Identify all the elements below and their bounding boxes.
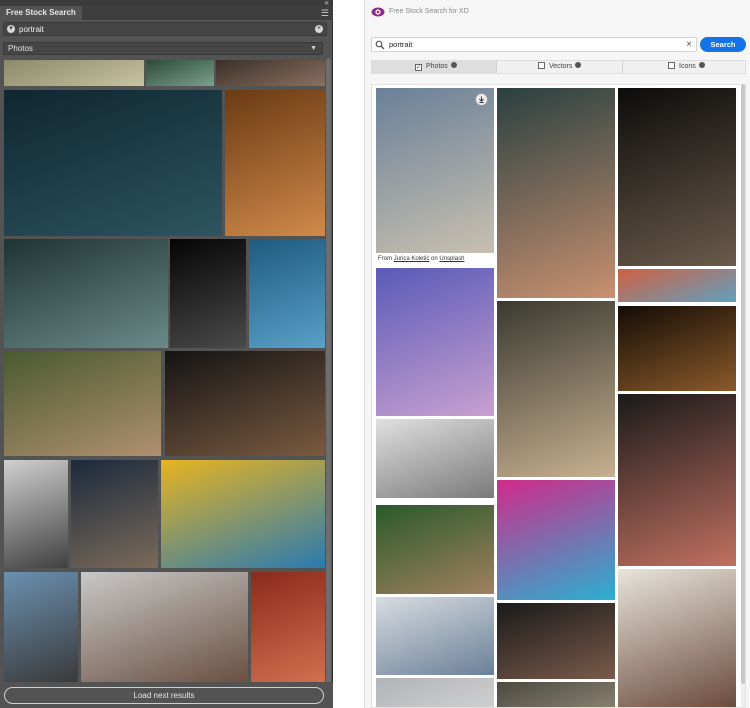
clear-circle-icon[interactable]: × (315, 25, 323, 33)
tab-icons[interactable]: Icons (623, 61, 745, 73)
xd-results-grid (376, 88, 742, 707)
xd-image-partial-bottom-2[interactable] (497, 682, 615, 707)
xd-scrollbar[interactable] (741, 84, 745, 708)
xd-header: Free Stock Search for XD (365, 0, 750, 26)
ps-load-bar: Load next results (0, 682, 333, 708)
ps-image-hooded-woman-blue-wall[interactable] (249, 239, 325, 348)
photos-checkbox[interactable]: ✓ (415, 64, 422, 71)
ps-image-woman-glasses-red[interactable] (251, 572, 325, 682)
ps-image-smiling-redhead[interactable] (225, 90, 325, 236)
ps-image-woman-in-field[interactable] (4, 351, 161, 456)
download-icon[interactable] (475, 93, 488, 106)
ps-search-input[interactable] (19, 23, 299, 35)
hamburger-menu-icon[interactable]: ☰ (321, 6, 329, 20)
xd-image-face-collage[interactable] (618, 269, 736, 302)
xd-search-field[interactable]: × (371, 37, 697, 52)
tab-vectors[interactable]: Vectors (497, 61, 622, 73)
tab-photos[interactable]: ✓ Photos (372, 61, 496, 73)
info-icon[interactable] (698, 62, 705, 68)
ps-image-woman-dark-profile[interactable] (170, 239, 246, 348)
xd-image-lion[interactable] (618, 306, 736, 391)
xd-image-man-grey-sweater[interactable] (376, 88, 494, 253)
ps-image-man-cap-beach[interactable] (4, 572, 78, 682)
ps-image-kingfisher-bird[interactable] (161, 460, 325, 568)
photoshop-panel: « Free Stock Search ☰ ▾ × Photos ▼ Load … (0, 0, 333, 708)
info-icon[interactable] (450, 62, 457, 68)
xd-results-area (371, 84, 746, 708)
ps-scrollbar[interactable] (326, 58, 331, 708)
chevron-down-icon: ▼ (310, 45, 317, 52)
panel-gap (334, 0, 364, 708)
load-next-results-button[interactable]: Load next results (4, 687, 324, 704)
xd-filter-tabs: ✓ Photos Vectors Icons (371, 60, 746, 74)
ps-image-partial-top-1[interactable] (4, 60, 144, 86)
xd-scrollbar-thumb[interactable] (741, 84, 745, 684)
eye-logo-icon (371, 7, 385, 17)
credit-source-link[interactable]: Unsplash (439, 256, 464, 262)
ps-image-woman-glitter-face[interactable] (165, 351, 325, 456)
ps-image-partial-top-3[interactable] (216, 60, 325, 86)
magnifier-icon (375, 40, 385, 50)
tab-vectors-label: Vectors (549, 63, 573, 70)
credit-connector: on (431, 256, 438, 262)
xd-image-curly-woman-laughing[interactable] (618, 569, 736, 707)
ps-image-bearded-man-sea[interactable] (81, 572, 248, 682)
xd-search-input[interactable] (389, 38, 669, 51)
xd-image-woman-in-foliage[interactable] (376, 505, 494, 594)
ps-scrollbar-thumb[interactable] (326, 58, 331, 688)
xd-app-title: Free Stock Search for XD (389, 8, 469, 15)
ps-image-bald-man-profile[interactable] (4, 239, 168, 348)
ps-search-field[interactable]: ▾ × (3, 22, 327, 36)
ps-image-curly-haired-child[interactable] (4, 90, 222, 236)
xd-image-partial-bottom-1[interactable] (376, 678, 494, 707)
ps-results-grid (4, 60, 325, 682)
xd-image-man-dark-background[interactable] (618, 88, 736, 266)
credit-author-link[interactable]: Jurica Koletić (394, 256, 430, 262)
ps-type-select-value: Photos (8, 44, 33, 53)
search-button[interactable]: Search (700, 37, 746, 52)
ps-image-smiling-man-bw[interactable] (4, 460, 68, 568)
xd-image-woman-blue-light[interactable] (376, 268, 494, 416)
search-circle-icon[interactable]: ▾ (7, 25, 15, 33)
ps-type-select[interactable]: Photos ▼ (3, 42, 323, 55)
xd-image-man-white-shirt[interactable] (376, 419, 494, 498)
xd-panel: Free Stock Search for XD × Search ✓ Photo… (364, 0, 750, 708)
xd-image-woman-flower-crown[interactable] (618, 394, 736, 566)
ps-image-old-bearded-man[interactable] (71, 460, 158, 568)
tab-icons-label: Icons (679, 63, 696, 70)
clear-icon[interactable]: × (686, 38, 692, 51)
xd-image-older-man-smiling[interactable] (376, 597, 494, 675)
xd-image-woman-bokeh-lights[interactable] (497, 88, 615, 298)
vectors-checkbox[interactable] (538, 62, 545, 69)
xd-image-face-paint-colors[interactable] (497, 480, 615, 600)
credit-prefix: From (378, 256, 392, 262)
screen-root: « Free Stock Search ☰ ▾ × Photos ▼ Load … (0, 0, 750, 708)
info-icon[interactable] (575, 62, 582, 68)
panel-tab-title[interactable]: Free Stock Search (0, 6, 82, 20)
icons-checkbox[interactable] (668, 62, 675, 69)
xd-image-woman-striped-shirt[interactable] (497, 301, 615, 477)
ps-image-partial-top-2[interactable] (146, 60, 214, 86)
tab-photos-label: Photos (426, 63, 448, 70)
photo-credit-overlay: From Jurica Koletić on Unsplash (375, 254, 493, 265)
xd-image-woman-hijab[interactable] (497, 603, 615, 679)
panel-tab-bar: Free Stock Search ☰ (0, 6, 333, 20)
